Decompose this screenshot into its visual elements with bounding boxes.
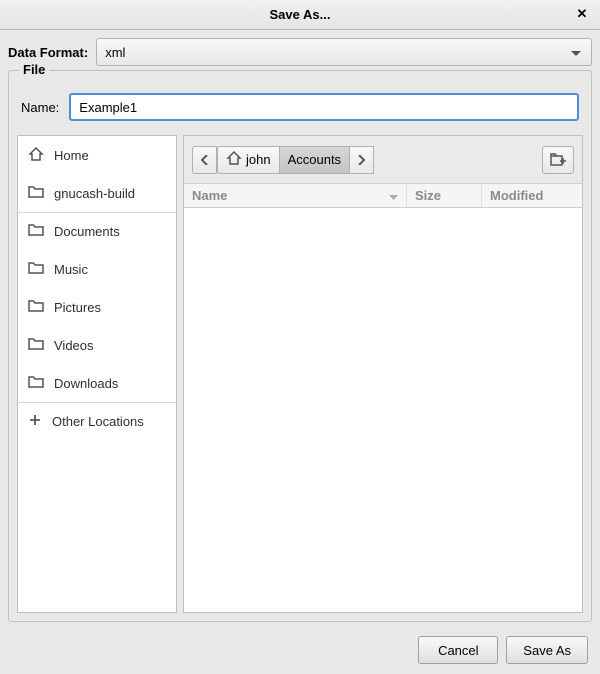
sidebar-item-documents[interactable]: Documents	[18, 212, 176, 250]
home-icon	[226, 150, 242, 169]
path-segment-label: Accounts	[288, 152, 341, 167]
sidebar-item-label: Downloads	[54, 376, 118, 391]
data-format-label: Data Format:	[8, 45, 88, 60]
new-folder-button[interactable]	[542, 146, 574, 174]
sidebar-item-label: Pictures	[54, 300, 101, 315]
window-title: Save As...	[270, 7, 331, 22]
data-format-row: Data Format: xml	[0, 30, 600, 70]
folder-icon	[28, 261, 44, 278]
sidebar-item-home[interactable]: Home	[18, 136, 176, 174]
file-section: File Name: Homegnucash-buildDocumentsMus…	[8, 70, 592, 622]
chevron-right-icon	[358, 155, 365, 165]
file-list[interactable]	[184, 208, 582, 612]
titlebar: Save As... ✕	[0, 0, 600, 30]
folder-icon	[28, 337, 44, 354]
plus-icon	[28, 413, 42, 430]
sidebar-item-label: gnucash-build	[54, 186, 135, 201]
sidebar-item-other-locations[interactable]: Other Locations	[18, 402, 176, 440]
sidebar-item-label: Other Locations	[52, 414, 144, 429]
save-button[interactable]: Save As	[506, 636, 588, 664]
sidebar-item-gnucash-build[interactable]: gnucash-build	[18, 174, 176, 212]
sidebar-item-pictures[interactable]: Pictures	[18, 288, 176, 326]
path-segment-label: john	[246, 152, 271, 167]
path-segment-accounts[interactable]: Accounts	[279, 146, 350, 174]
main-panel: john Accounts Name Size Modified	[183, 135, 583, 613]
sidebar-item-label: Documents	[54, 224, 120, 239]
sidebar-item-label: Music	[54, 262, 88, 277]
filename-input[interactable]	[69, 93, 579, 121]
sidebar-item-label: Videos	[54, 338, 94, 353]
sidebar-item-downloads[interactable]: Downloads	[18, 364, 176, 402]
path-back-button[interactable]	[192, 146, 217, 174]
name-label: Name:	[21, 100, 59, 115]
data-format-value: xml	[105, 45, 125, 60]
sidebar-item-videos[interactable]: Videos	[18, 326, 176, 364]
path-forward-button[interactable]	[349, 146, 374, 174]
name-row: Name:	[9, 83, 591, 135]
chevron-down-icon	[571, 45, 581, 60]
dialog-footer: Cancel Save As	[0, 630, 600, 674]
close-button[interactable]: ✕	[572, 4, 592, 24]
sidebar-item-label: Home	[54, 148, 89, 163]
cancel-button[interactable]: Cancel	[418, 636, 498, 664]
pathbar: john Accounts	[184, 136, 582, 184]
folder-icon	[28, 185, 44, 202]
new-folder-icon	[550, 153, 566, 167]
path-segment-john[interactable]: john	[217, 146, 280, 174]
close-icon: ✕	[577, 6, 588, 22]
folder-icon	[28, 223, 44, 240]
chevron-left-icon	[201, 155, 208, 165]
file-legend: File	[19, 62, 49, 77]
folder-icon	[28, 375, 44, 392]
column-name[interactable]: Name	[184, 184, 407, 207]
data-format-dropdown[interactable]: xml	[96, 38, 592, 66]
sidebar-item-music[interactable]: Music	[18, 250, 176, 288]
home-icon	[28, 146, 44, 165]
places-sidebar: Home gnucash-build Documents Music Pictures V…	[17, 135, 177, 613]
column-modified[interactable]: Modified	[482, 184, 582, 207]
sort-arrow-icon	[389, 188, 398, 203]
column-headers: Name Size Modified	[184, 184, 582, 208]
column-size[interactable]: Size	[407, 184, 482, 207]
file-body: Home gnucash-build Documents Music Pictures V…	[17, 135, 583, 613]
folder-icon	[28, 299, 44, 316]
